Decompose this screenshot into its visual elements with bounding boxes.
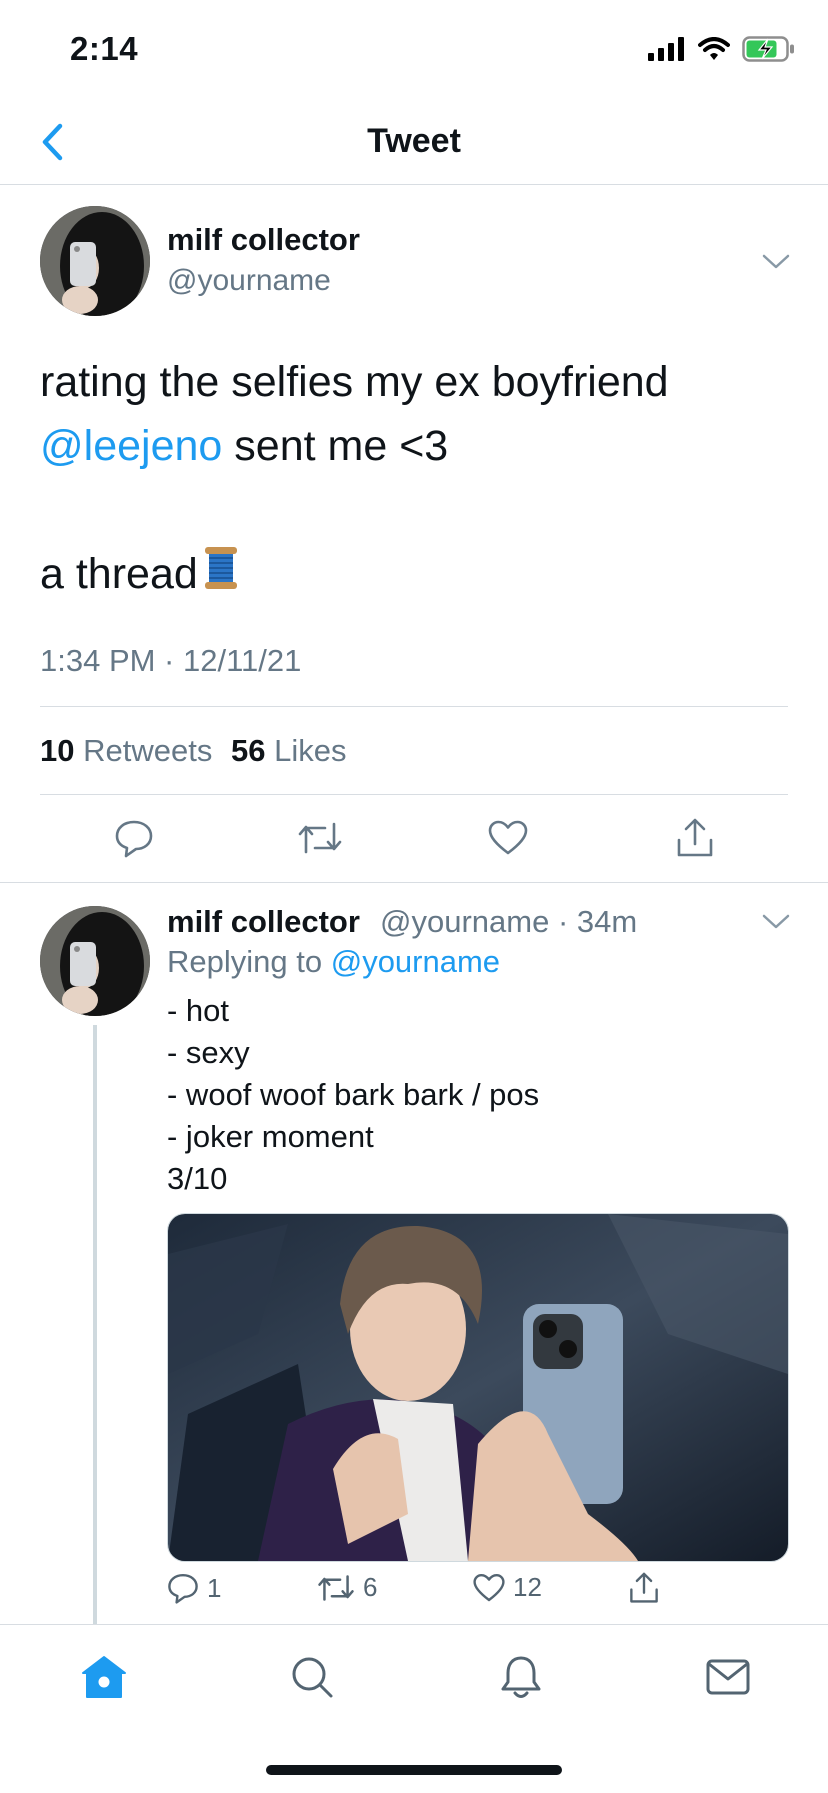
chevron-down-icon	[762, 914, 790, 929]
share-icon	[677, 818, 713, 857]
retweet-button[interactable]	[294, 812, 346, 864]
author-name[interactable]: milf collector	[167, 222, 360, 258]
share-button[interactable]	[669, 812, 721, 864]
reply-reply-button[interactable]: 1	[167, 1572, 221, 1604]
reply-count: 1	[207, 1572, 222, 1603]
share-icon	[630, 1572, 658, 1603]
reply-actions: 1 6 12	[167, 1572, 727, 1622]
reply-rating: 3/10	[167, 1161, 228, 1196]
page-title: Tweet	[367, 122, 461, 160]
reply-age: 34m	[576, 904, 638, 939]
reply-line: - sexy	[167, 1035, 250, 1070]
meta-separator: ·	[549, 904, 577, 939]
reply-line: - woof woof bark bark / pos	[167, 1077, 540, 1112]
retweets-stat[interactable]: 10 Retweets	[40, 733, 212, 768]
author-handle[interactable]: @yourname	[167, 264, 331, 298]
reply-meta: @yourname · 34m	[380, 904, 637, 940]
search-icon	[292, 1657, 333, 1698]
like-button[interactable]	[482, 812, 534, 864]
status-time: 2:14	[70, 30, 139, 67]
avatar-image	[40, 906, 150, 1016]
messages-icon	[706, 1659, 750, 1695]
thread-spool-emoji-icon	[202, 545, 240, 609]
divider	[40, 794, 788, 795]
divider	[0, 882, 828, 883]
reply-avatar[interactable]	[40, 906, 150, 1016]
avatar[interactable]	[40, 206, 150, 316]
more-options-button[interactable]	[759, 245, 793, 279]
notifications-icon	[501, 1656, 541, 1698]
tab-notifications[interactable]	[491, 1647, 551, 1707]
cellular-signal-icon	[648, 37, 684, 61]
tweet-text-line-1: rating the selfies my ex boyfriend	[40, 358, 669, 406]
tweet-text-line-3: a thread	[40, 542, 800, 609]
tweet-text: rating the selfies my ex boyfriend @leej…	[40, 350, 800, 609]
reply-like-button[interactable]: 12	[473, 1572, 542, 1603]
tab-messages[interactable]	[698, 1647, 758, 1707]
tab-search[interactable]	[282, 1647, 342, 1707]
tweet-text-line-2-rest: sent me <3	[222, 422, 449, 470]
reply-more-options-button[interactable]	[759, 905, 793, 939]
heart-icon	[488, 820, 528, 855]
reply-line: - joker moment	[167, 1119, 374, 1154]
tweet-stats: 10 Retweets 56 Likes	[40, 733, 346, 769]
tweet-text-line-3-text: a thread	[40, 550, 198, 598]
likes-count: 56	[230, 733, 266, 768]
replying-handle-link[interactable]: @yourname	[331, 944, 500, 979]
like-count: 12	[513, 1572, 542, 1602]
reply-icon	[115, 820, 153, 858]
home-icon	[82, 1656, 126, 1698]
status-icons	[648, 34, 796, 64]
avatar-image	[40, 206, 150, 316]
reply-icon	[168, 1574, 198, 1604]
heart-icon	[473, 1573, 505, 1601]
reply-text: - hot - sexy - woof woof bark bark / pos…	[167, 990, 539, 1200]
divider	[40, 706, 788, 707]
retweet-icon	[298, 822, 342, 854]
reply-line: - hot	[167, 993, 230, 1028]
retweets-label: Retweets	[83, 733, 213, 768]
replying-to: Replying to @yourname	[167, 944, 500, 980]
thread-line	[93, 1025, 97, 1625]
reply-author-handle[interactable]: @yourname	[380, 904, 549, 939]
tweet-timestamp: 1:34 PM · 12/11/21	[40, 643, 302, 678]
mention-link[interactable]: @leejeno	[40, 422, 222, 470]
retweet-count: 6	[363, 1572, 378, 1602]
retweet-icon	[318, 1574, 354, 1601]
status-bar: 2:14	[0, 0, 828, 100]
likes-stat[interactable]: 56 Likes	[231, 733, 346, 768]
reply-share-button[interactable]	[629, 1572, 659, 1604]
retweets-count: 10	[40, 733, 75, 768]
likes-label: Likes	[274, 733, 347, 768]
tweet-actions	[0, 812, 828, 870]
replying-prefix: Replying to	[167, 944, 323, 979]
tweet-text-line-2: @leejeno sent me <3	[40, 414, 800, 478]
nav-bar: Tweet	[0, 100, 828, 185]
home-indicator[interactable]	[266, 1765, 562, 1775]
reply-retweet-button[interactable]: 6	[317, 1572, 377, 1603]
reply-author-name[interactable]: milf collector	[167, 904, 360, 940]
wifi-icon	[698, 37, 730, 60]
selfie-photo	[168, 1214, 788, 1561]
reply-button[interactable]	[108, 812, 160, 864]
chevron-down-icon	[762, 254, 790, 269]
tweet-media-image[interactable]	[167, 1213, 789, 1562]
battery-charging-icon	[742, 36, 794, 62]
tab-home[interactable]	[74, 1647, 134, 1707]
